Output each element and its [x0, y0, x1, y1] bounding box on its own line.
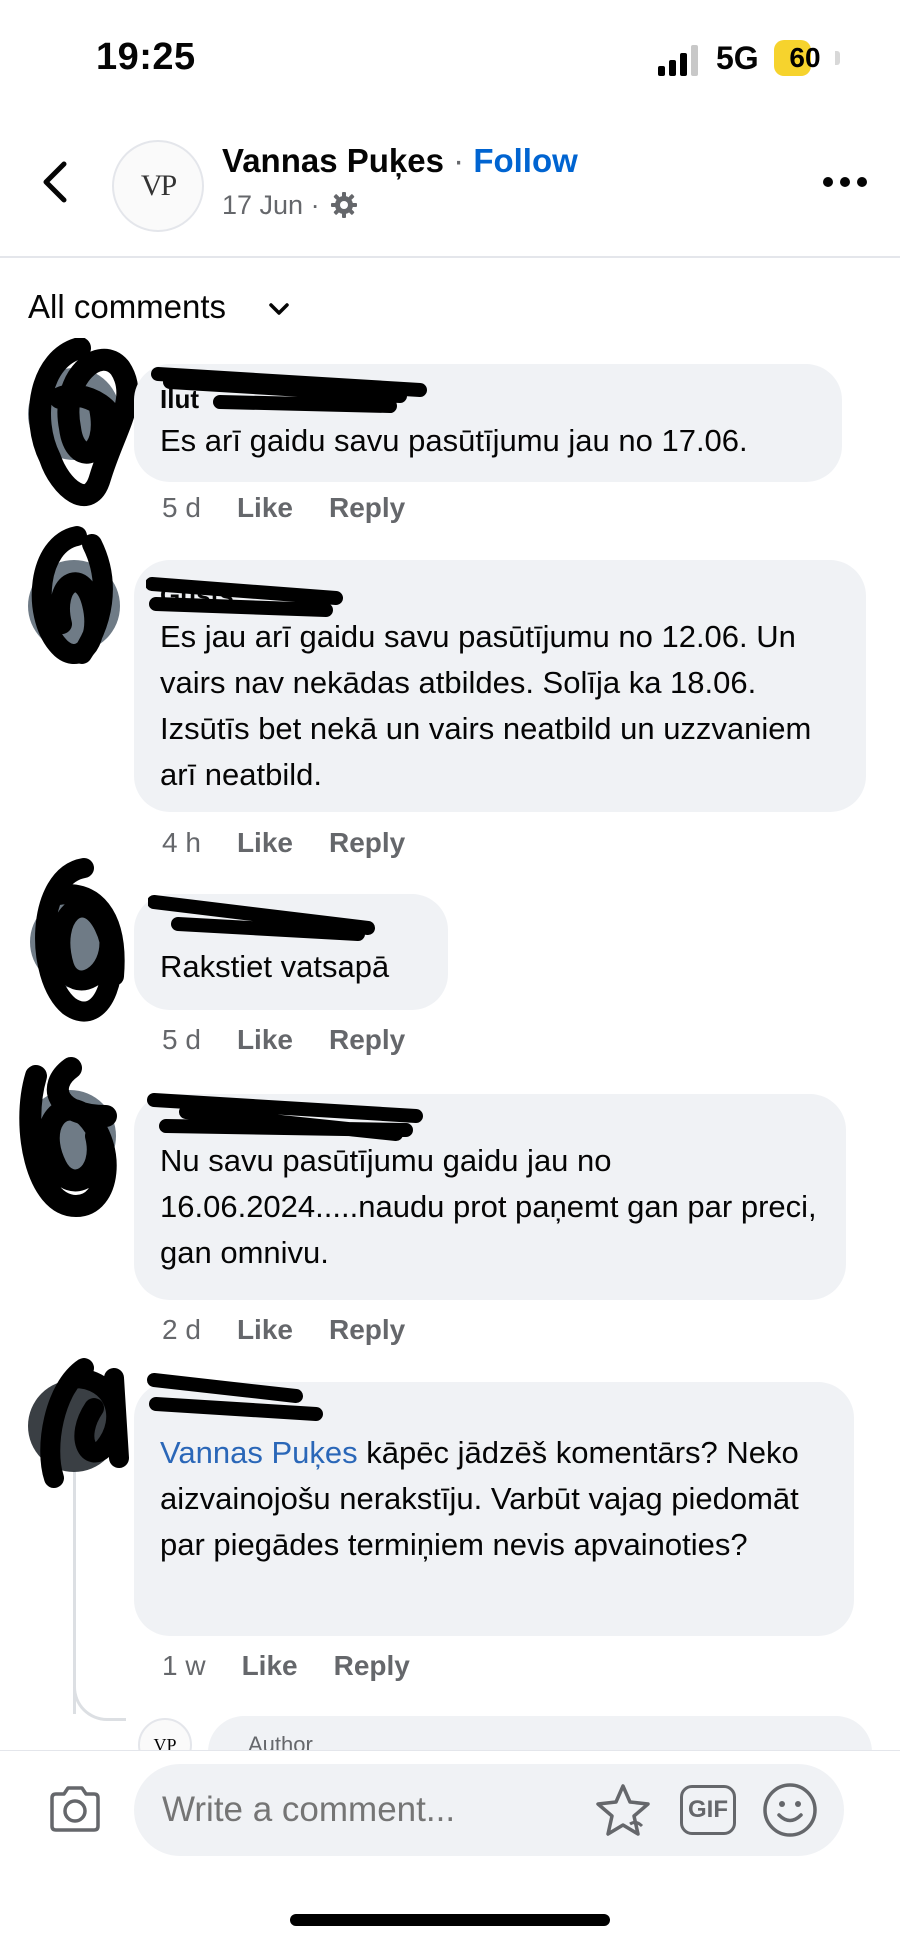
- redaction-scribble: [146, 577, 343, 617]
- emoji-icon[interactable]: [762, 1782, 818, 1838]
- signal-icon: [658, 45, 698, 76]
- redaction-scribble: [147, 1093, 423, 1141]
- page-title-row: Vannas Puķes · Follow: [222, 142, 578, 180]
- comment-time: 4 h: [162, 827, 201, 858]
- page-avatar-logo: VP: [140, 169, 177, 202]
- gif-button[interactable]: GIF: [680, 1785, 736, 1835]
- back-arrow-icon[interactable]: [36, 158, 76, 206]
- separator: ·: [453, 142, 465, 179]
- comment-meta: 4 h Like Reply: [162, 827, 441, 859]
- comment-text: Es jau arī gaidu savu pasūtījumu no 12.0…: [160, 619, 812, 792]
- redaction-scribble: [19, 1057, 117, 1218]
- gear-icon: [331, 192, 357, 218]
- camera-icon[interactable]: [46, 1784, 104, 1834]
- redaction-scribble: [151, 367, 427, 413]
- comment-input[interactable]: [134, 1764, 844, 1856]
- like-button[interactable]: Like: [237, 1024, 293, 1055]
- reply-button[interactable]: Reply: [334, 1650, 410, 1681]
- comment-meta: 1 w Like Reply: [162, 1650, 446, 1682]
- comment-meta: 5 d Like Reply: [162, 1024, 441, 1056]
- comment-text: Es arī gaidu savu pasūtījumu jau no 17.0…: [160, 423, 748, 458]
- follow-button[interactable]: Follow: [473, 142, 577, 179]
- home-indicator: [290, 1914, 610, 1926]
- reply-button[interactable]: Reply: [329, 827, 405, 858]
- redaction-scribble: [147, 1373, 323, 1421]
- like-button[interactable]: Like: [242, 1650, 298, 1681]
- comment-meta: 5 d Like Reply: [162, 492, 441, 524]
- sticker-icon[interactable]: [592, 1780, 654, 1842]
- like-button[interactable]: Like: [237, 827, 293, 858]
- comment-filter-dropdown[interactable]: All comments: [28, 288, 226, 326]
- redaction-scribble: [40, 1358, 129, 1488]
- battery-icon: 60: [774, 40, 840, 76]
- page-avatar[interactable]: VP: [112, 140, 204, 232]
- status-time: 19:25: [96, 36, 196, 78]
- battery-percent: 60: [789, 42, 821, 73]
- redaction-scribble: [148, 895, 375, 941]
- reply-button[interactable]: Reply: [329, 492, 405, 523]
- more-options-icon[interactable]: [820, 168, 870, 196]
- comment-text: Vannas Puķes kāpēc jādzēš komentārs? Nek…: [160, 1430, 828, 1568]
- reply-button[interactable]: Reply: [329, 1024, 405, 1055]
- comment-text: Nu savu pasūtījumu gaidu jau no 16.06.20…: [160, 1143, 817, 1270]
- comment-time: 5 d: [162, 492, 201, 523]
- page-mention-link[interactable]: Vannas Puķes: [160, 1435, 358, 1470]
- reply-button[interactable]: Reply: [329, 1314, 405, 1345]
- network-type: 5G: [716, 40, 759, 76]
- like-button[interactable]: Like: [237, 492, 293, 523]
- thread-connector: [73, 1670, 126, 1721]
- chevron-down-icon[interactable]: [268, 302, 290, 316]
- comment-time: 2 d: [162, 1314, 201, 1345]
- redaction-scribble: [29, 338, 139, 506]
- redaction-scribble: [31, 526, 113, 664]
- comment-time: 1 w: [162, 1650, 206, 1681]
- comment-meta: 2 d Like Reply: [162, 1314, 441, 1346]
- like-button[interactable]: Like: [237, 1314, 293, 1345]
- comment-time: 5 d: [162, 1024, 201, 1055]
- redaction-scribble: [35, 858, 125, 1022]
- comment-text: Rakstiet vatsapā: [160, 949, 390, 984]
- post-date: 17 Jun ·: [222, 190, 320, 220]
- page-name[interactable]: Vannas Puķes: [222, 142, 444, 179]
